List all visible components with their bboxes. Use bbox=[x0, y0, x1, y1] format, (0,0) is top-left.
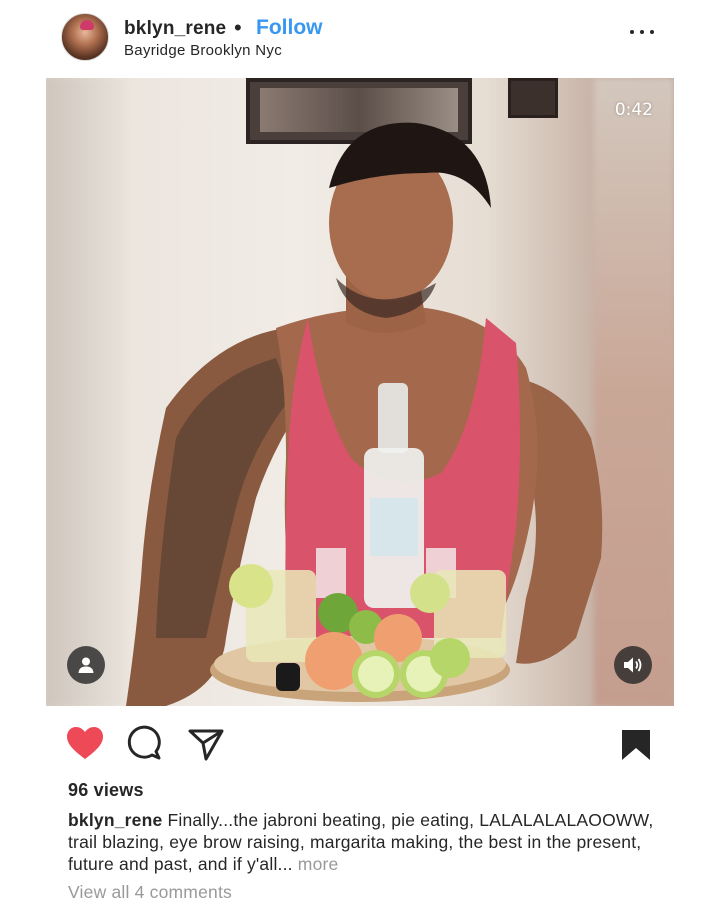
post-username[interactable]: bklyn_rene bbox=[124, 18, 226, 40]
heart-icon[interactable] bbox=[65, 724, 105, 764]
video-frame-scene bbox=[126, 122, 603, 706]
speaker-icon[interactable] bbox=[614, 646, 652, 684]
post-video[interactable]: 0:42 bbox=[46, 78, 674, 706]
follow-button[interactable]: Follow bbox=[256, 16, 323, 40]
caption-more-link[interactable]: more bbox=[298, 854, 339, 874]
caption-username[interactable]: bklyn_rene bbox=[68, 810, 162, 830]
view-comments-link[interactable]: View all 4 comments bbox=[68, 882, 232, 900]
paper-plane-icon[interactable] bbox=[186, 724, 226, 764]
separator-dot: • bbox=[234, 15, 242, 40]
avatar[interactable] bbox=[61, 13, 109, 61]
more-options-icon[interactable] bbox=[628, 22, 656, 42]
comment-bubble-icon[interactable] bbox=[125, 724, 165, 764]
post-actions-bar bbox=[0, 720, 720, 770]
view-count[interactable]: 96 views bbox=[68, 780, 144, 801]
post-header: bklyn_rene • Follow Bayridge Brooklyn Ny… bbox=[0, 0, 720, 78]
post-location[interactable]: Bayridge Brooklyn Nyc bbox=[124, 42, 282, 59]
tagged-user-icon[interactable] bbox=[67, 646, 105, 684]
post-caption: bklyn_rene Finally...the jabroni beating… bbox=[68, 809, 658, 875]
bookmark-icon[interactable] bbox=[616, 724, 656, 764]
video-duration: 0:42 bbox=[614, 100, 653, 120]
